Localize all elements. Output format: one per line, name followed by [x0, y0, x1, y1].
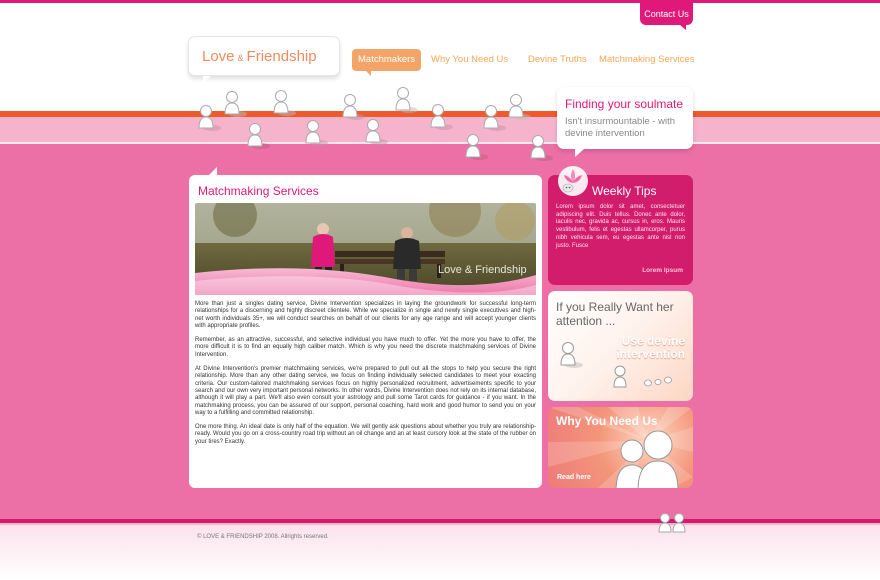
attention-cta: Use devine intervention — [616, 335, 685, 361]
paragraph: At Divine Intervention's premier matchma… — [195, 366, 536, 416]
logo[interactable]: Love & Friendship — [188, 36, 340, 83]
person-figure-icon — [273, 90, 296, 116]
person-figure-icon — [430, 104, 453, 130]
top-accent-line — [0, 0, 880, 3]
person-figure-icon — [365, 119, 388, 145]
hero-photo-illustration: Love & Friendship — [195, 203, 536, 295]
hero-image: Love & Friendship — [195, 203, 536, 295]
person-figure-icon — [465, 134, 488, 160]
person-figure-icon — [198, 105, 221, 131]
main-text: More than just a singles dating service,… — [195, 301, 536, 453]
person-figure-icon — [508, 94, 531, 120]
footer-copyright: © LOVE & FRIENDSHIP 2008. Allrights rese… — [197, 534, 329, 540]
logo-text: Love & Friendship — [202, 48, 317, 65]
tagline-subtitle: Isn't insurmountable - with devine inter… — [565, 116, 676, 139]
person-figure-icon — [342, 94, 365, 120]
logo-ampersand: & — [237, 53, 244, 63]
nav-item-matchmakers[interactable]: Matchmakers — [352, 49, 422, 76]
read-here-link[interactable]: Read here — [557, 474, 591, 481]
weekly-tips-text: Lorem ipsum dolor sit amet, consectetuer… — [556, 204, 685, 249]
nav-item-matchmaking-services[interactable]: Matchmaking Services — [599, 49, 695, 71]
attention-cta-line2: intervention — [616, 347, 685, 361]
people-pair-icon — [615, 430, 679, 488]
paragraph: Remember, as an attractive, successful, … — [195, 337, 536, 358]
person-figure-icon — [483, 105, 506, 131]
nav-item-devine-truths[interactable]: Devine Truths — [528, 49, 587, 71]
why-you-need-us-title: Why You Need Us — [556, 414, 658, 428]
tagline-title: Finding your soulmate — [565, 97, 684, 111]
paragraph: More than just a singles dating service,… — [195, 301, 536, 329]
hero-watermark: Love & Friendship — [438, 264, 527, 276]
weekly-tips-title: Weekly Tips — [592, 184, 657, 198]
main-content-panel: Matchmaking Services Love & Friendship M… — [189, 175, 542, 488]
tagline-bubble: Finding your soulmate Isn't insurmountab… — [557, 87, 693, 157]
page-title: Matchmaking Services — [198, 184, 319, 198]
person-figure-icon — [530, 135, 553, 161]
weekly-tips-link[interactable]: Lorem Ipsum — [642, 267, 683, 274]
logo-word-love: Love — [202, 48, 235, 65]
person-figure-icon — [672, 513, 686, 533]
person-figure-icon — [224, 91, 247, 117]
contact-us-button[interactable]: Contact Us — [640, 3, 693, 30]
person-figure-icon — [560, 342, 583, 368]
person-figure-icon — [395, 87, 418, 113]
person-figure-icon — [305, 120, 328, 146]
attention-title: If you Really Want her attention ... — [556, 300, 674, 328]
person-with-gifts-icon — [613, 365, 672, 388]
lotus-flower-icon — [558, 166, 588, 196]
footer — [0, 525, 880, 580]
content-notch — [209, 167, 217, 175]
paragraph: One more thing. An ideal date is only ha… — [195, 424, 536, 445]
nav-item-why-you-need-us[interactable]: Why You Need Us — [431, 49, 508, 71]
why-you-need-us-banner[interactable]: Why You Need Us Read here — [548, 407, 693, 488]
attention-banner[interactable]: If you Really Want her attention ... Use… — [548, 291, 693, 401]
logo-word-friendship: Friendship — [246, 48, 317, 65]
weekly-tips-panel: Weekly Tips Lorem ipsum dolor sit amet, … — [548, 166, 693, 285]
person-figure-icon — [247, 123, 270, 149]
